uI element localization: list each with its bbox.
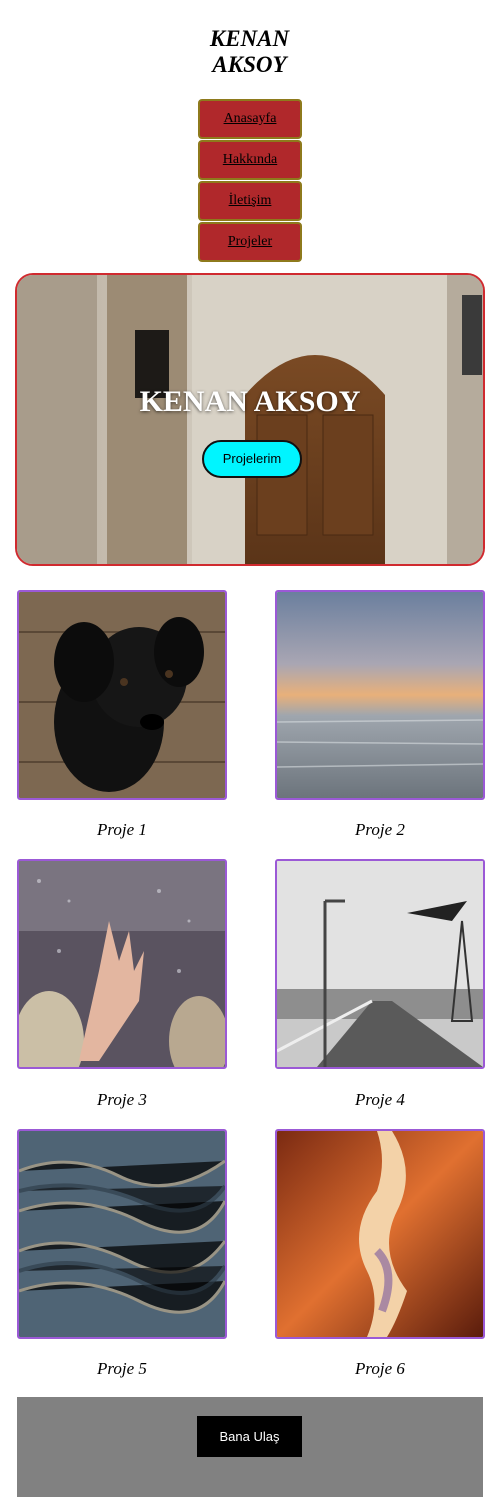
project-caption-2: Proje 2 bbox=[355, 820, 405, 839]
main-nav: Anasayfa Hakkında İletişim Projeler bbox=[198, 99, 302, 263]
nav-link-anasayfa[interactable]: Anasayfa bbox=[198, 99, 302, 139]
nav-link-hakkinda[interactable]: Hakkında bbox=[198, 140, 302, 180]
contact-button[interactable]: Bana Ulaş bbox=[197, 1416, 302, 1457]
black-puppy-image bbox=[19, 592, 225, 798]
project-card-6[interactable] bbox=[275, 1129, 485, 1339]
project-card-5[interactable] bbox=[17, 1129, 227, 1339]
pier-lighthouse-image bbox=[277, 861, 483, 1067]
project-caption-4: Proje 4 bbox=[355, 1090, 405, 1109]
nav-link-iletisim[interactable]: İletişim bbox=[198, 181, 302, 221]
hero-banner: KENAN AKSOY Projelerim bbox=[15, 273, 485, 566]
project-caption-6: Proje 6 bbox=[355, 1359, 405, 1378]
nav-link-projeler[interactable]: Projeler bbox=[198, 222, 302, 262]
project-card-1[interactable] bbox=[17, 590, 227, 800]
hero-background-image bbox=[17, 275, 483, 564]
project-card-4[interactable] bbox=[275, 859, 485, 1069]
projects-button[interactable]: Projelerim bbox=[202, 440, 302, 478]
project-caption-3: Proje 3 bbox=[97, 1090, 147, 1109]
site-title-line2: AKSOY bbox=[212, 52, 287, 77]
site-title: KENAN AKSOY bbox=[0, 26, 499, 78]
water-texture-image bbox=[19, 1131, 225, 1337]
hand-on-rainy-window-image bbox=[19, 861, 225, 1067]
canyon-image bbox=[277, 1131, 483, 1337]
project-caption-1: Proje 1 bbox=[97, 820, 147, 839]
project-card-3[interactable] bbox=[17, 859, 227, 1069]
hero-title: KENAN AKSOY bbox=[139, 385, 361, 418]
sea-sunset-image bbox=[277, 592, 483, 798]
site-title-line1: KENAN bbox=[209, 26, 290, 51]
footer: Bana Ulaş bbox=[17, 1397, 483, 1497]
project-caption-5: Proje 5 bbox=[97, 1359, 147, 1378]
project-card-2[interactable] bbox=[275, 590, 485, 800]
